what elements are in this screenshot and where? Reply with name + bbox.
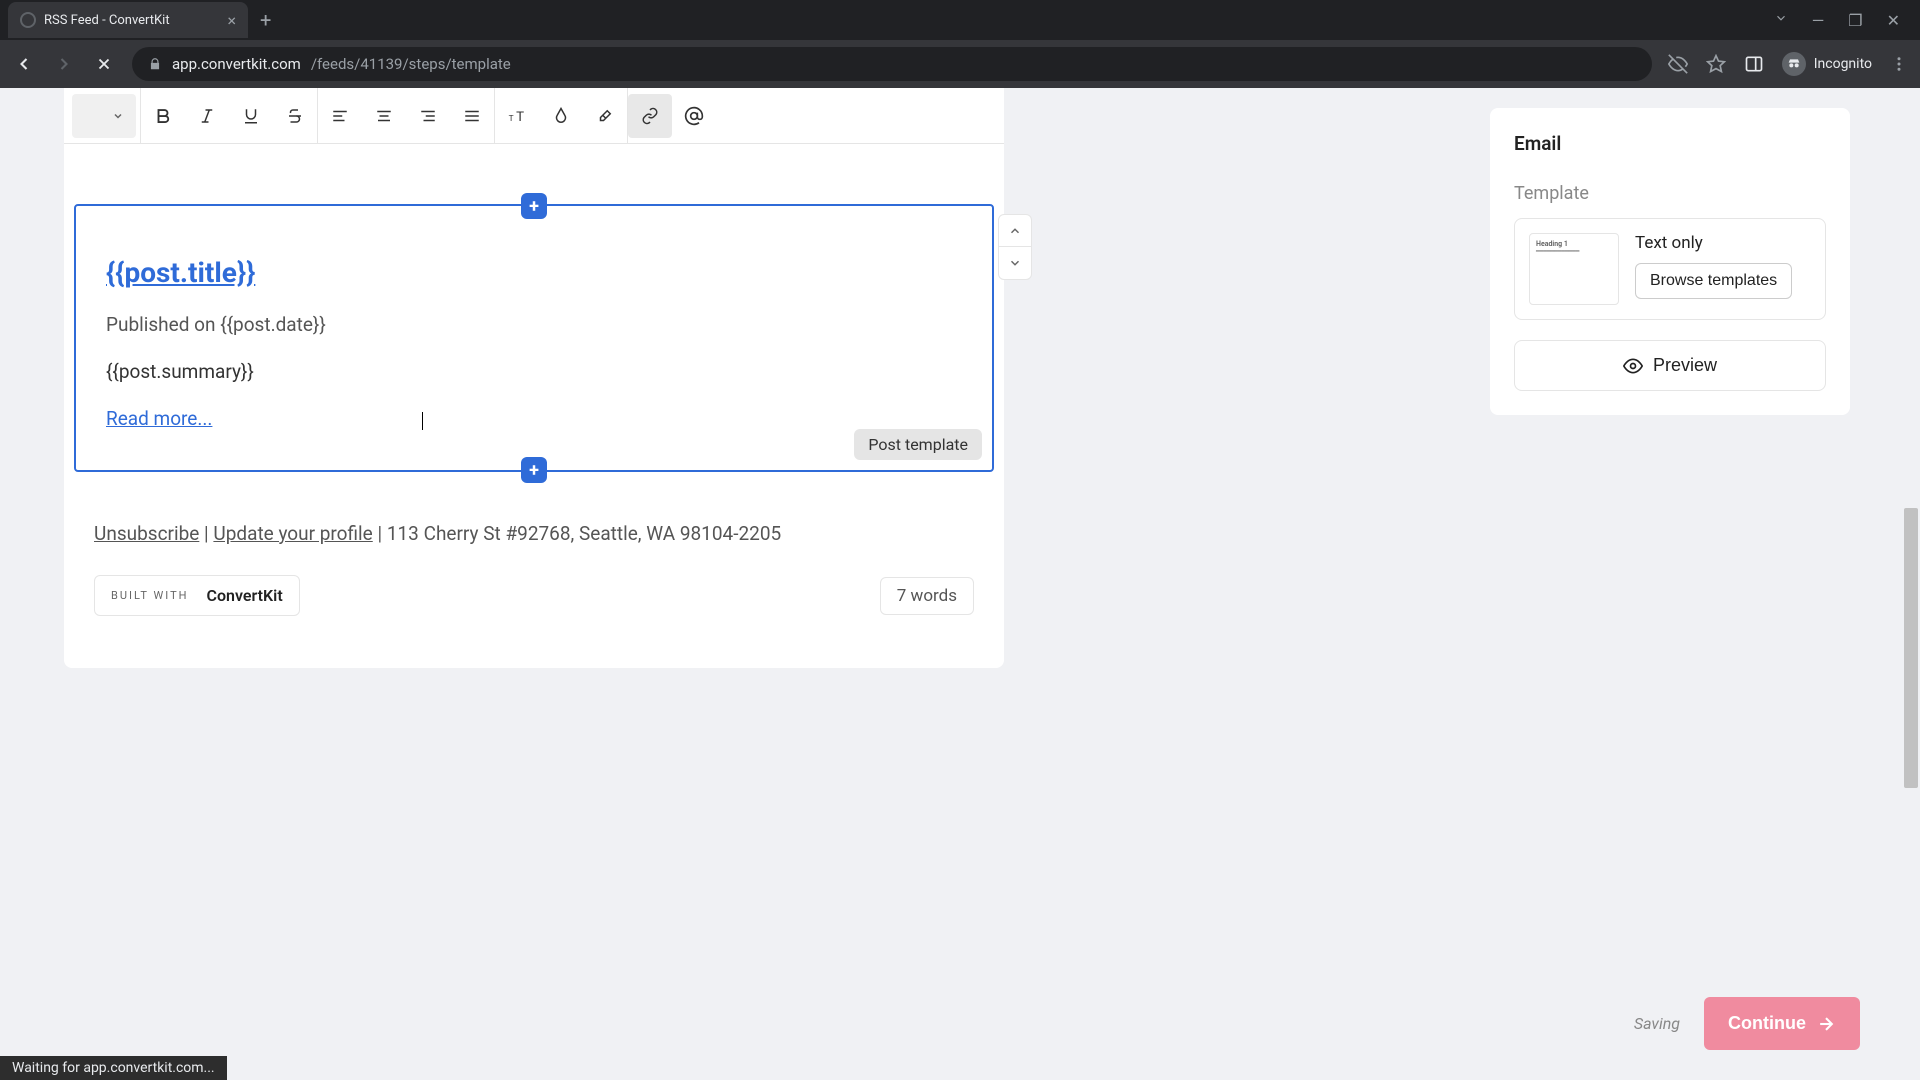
tab-title: RSS Feed - ConvertKit: [44, 13, 170, 28]
editor-container: TT + {{post.title}} Published on {{post.…: [64, 88, 1004, 668]
text-color-button[interactable]: [539, 94, 583, 138]
post-summary[interactable]: {{post.summary}}: [106, 360, 962, 383]
post-title[interactable]: {{post.title}}: [106, 256, 962, 289]
update-profile-link[interactable]: Update your profile: [213, 522, 372, 545]
panel-icon[interactable]: [1744, 54, 1764, 74]
text-cursor: [422, 412, 423, 430]
bookmark-icon[interactable]: [1706, 54, 1726, 74]
maximize-icon[interactable]: ❐: [1848, 11, 1862, 30]
preview-button[interactable]: Preview: [1514, 340, 1826, 391]
back-icon[interactable]: [12, 52, 36, 76]
strikethrough-button[interactable]: [273, 94, 317, 138]
block-content[interactable]: {{post.title}} Published on {{post.date}…: [76, 206, 992, 470]
font-size-button[interactable]: TT: [495, 94, 539, 138]
menu-icon[interactable]: [1890, 55, 1908, 73]
move-up-button[interactable]: [999, 215, 1031, 247]
align-justify-button[interactable]: [450, 94, 494, 138]
template-name: Text only: [1635, 233, 1792, 253]
italic-button[interactable]: [185, 94, 229, 138]
highlight-button[interactable]: [583, 94, 627, 138]
editor-bottom-row: BUILT WITH ConvertKit 7 words: [74, 575, 994, 638]
nav-bar: app.convertkit.com/feeds/41139/steps/tem…: [0, 40, 1920, 88]
window-controls: — ❐ ✕: [1754, 11, 1920, 30]
editor-toolbar: TT: [64, 88, 1004, 144]
link-button[interactable]: [628, 94, 672, 138]
incognito-label: Incognito: [1814, 56, 1872, 72]
word-count: 7 words: [880, 577, 974, 615]
template-section-label: Template: [1514, 183, 1826, 204]
post-date: {{post.date}}: [220, 313, 326, 336]
template-selector: Heading 1 ━━━━━━━━━━━━ Text only Browse …: [1514, 218, 1826, 320]
browse-templates-button[interactable]: Browse templates: [1635, 263, 1792, 299]
browser-right-icons: Incognito: [1668, 52, 1908, 76]
close-window-icon[interactable]: ✕: [1887, 11, 1900, 30]
svg-text:T: T: [516, 110, 524, 125]
incognito-badge[interactable]: Incognito: [1782, 52, 1872, 76]
add-block-below-button[interactable]: +: [521, 457, 547, 483]
convertkit-logo: ConvertKit: [201, 586, 283, 605]
built-with-label: BUILT WITH: [111, 589, 189, 602]
brand-name: ConvertKit: [207, 586, 283, 605]
read-more-line[interactable]: Read more...: [106, 407, 962, 430]
close-tab-icon[interactable]: ×: [227, 11, 236, 30]
move-down-button[interactable]: [999, 247, 1031, 279]
footer-address: 113 Cherry St #92768, Seattle, WA 98104-…: [387, 522, 781, 545]
favicon-icon: [20, 12, 36, 28]
dropdown-icon[interactable]: [1774, 11, 1788, 30]
sidebar-panel: Email Template Heading 1 ━━━━━━━━━━━━ Te…: [1490, 108, 1850, 415]
svg-text:T: T: [509, 114, 514, 124]
style-dropdown[interactable]: [72, 94, 136, 138]
lock-icon: [148, 57, 162, 71]
separator: |: [377, 522, 386, 545]
url-domain: app.convertkit.com: [172, 55, 301, 73]
browser-chrome: RSS Feed - ConvertKit × + — ❐ ✕ app.conv…: [0, 0, 1920, 88]
align-right-button[interactable]: [406, 94, 450, 138]
eye-icon: [1623, 356, 1643, 376]
forward-icon[interactable]: [52, 52, 76, 76]
underline-button[interactable]: [229, 94, 273, 138]
align-left-button[interactable]: [318, 94, 362, 138]
continue-label: Continue: [1728, 1013, 1806, 1034]
continue-button[interactable]: Continue: [1704, 997, 1860, 1050]
published-prefix: Published on: [106, 313, 220, 336]
url-path: /feeds/41139/steps/template: [311, 55, 511, 73]
eye-off-icon[interactable]: [1668, 54, 1688, 74]
minimize-icon[interactable]: —: [1812, 11, 1825, 30]
template-thumbnail[interactable]: Heading 1 ━━━━━━━━━━━━: [1529, 233, 1619, 305]
tab-bar: RSS Feed - ConvertKit × + — ❐ ✕: [0, 0, 1920, 40]
scrollbar-track[interactable]: [1902, 88, 1920, 1080]
browser-tab[interactable]: RSS Feed - ConvertKit ×: [8, 2, 248, 38]
sidebar-title: Email: [1514, 132, 1826, 155]
post-published-line[interactable]: Published on {{post.date}}: [106, 313, 962, 336]
read-more-link[interactable]: Read more...: [106, 407, 212, 430]
arrow-right-icon: [1816, 1014, 1836, 1034]
bold-button[interactable]: [141, 94, 185, 138]
align-center-button[interactable]: [362, 94, 406, 138]
stop-icon[interactable]: [92, 52, 116, 76]
incognito-icon: [1782, 52, 1806, 76]
url-bar[interactable]: app.convertkit.com/feeds/41139/steps/tem…: [132, 47, 1652, 81]
unsubscribe-link[interactable]: Unsubscribe: [94, 522, 199, 545]
editor-canvas[interactable]: + {{post.title}} Published on {{post.dat…: [64, 144, 1004, 668]
page-content: TT + {{post.title}} Published on {{post.…: [0, 88, 1920, 1080]
post-template-block[interactable]: + {{post.title}} Published on {{post.dat…: [74, 204, 994, 472]
mention-button[interactable]: [672, 94, 716, 138]
browser-status-bar: Waiting for app.convertkit.com...: [0, 1056, 227, 1080]
block-move-controls: [998, 214, 1032, 280]
separator: |: [204, 522, 213, 545]
saving-status: Saving: [1634, 1014, 1680, 1033]
new-tab-button[interactable]: +: [248, 8, 283, 32]
block-type-label: Post template: [854, 429, 982, 460]
preview-label: Preview: [1653, 355, 1717, 376]
bottom-action-bar: Saving Continue: [1634, 997, 1860, 1050]
email-footer: Unsubscribe | Update your profile | 113 …: [74, 522, 994, 575]
built-with-badge[interactable]: BUILT WITH ConvertKit: [94, 575, 300, 616]
scrollbar-thumb[interactable]: [1904, 508, 1918, 788]
